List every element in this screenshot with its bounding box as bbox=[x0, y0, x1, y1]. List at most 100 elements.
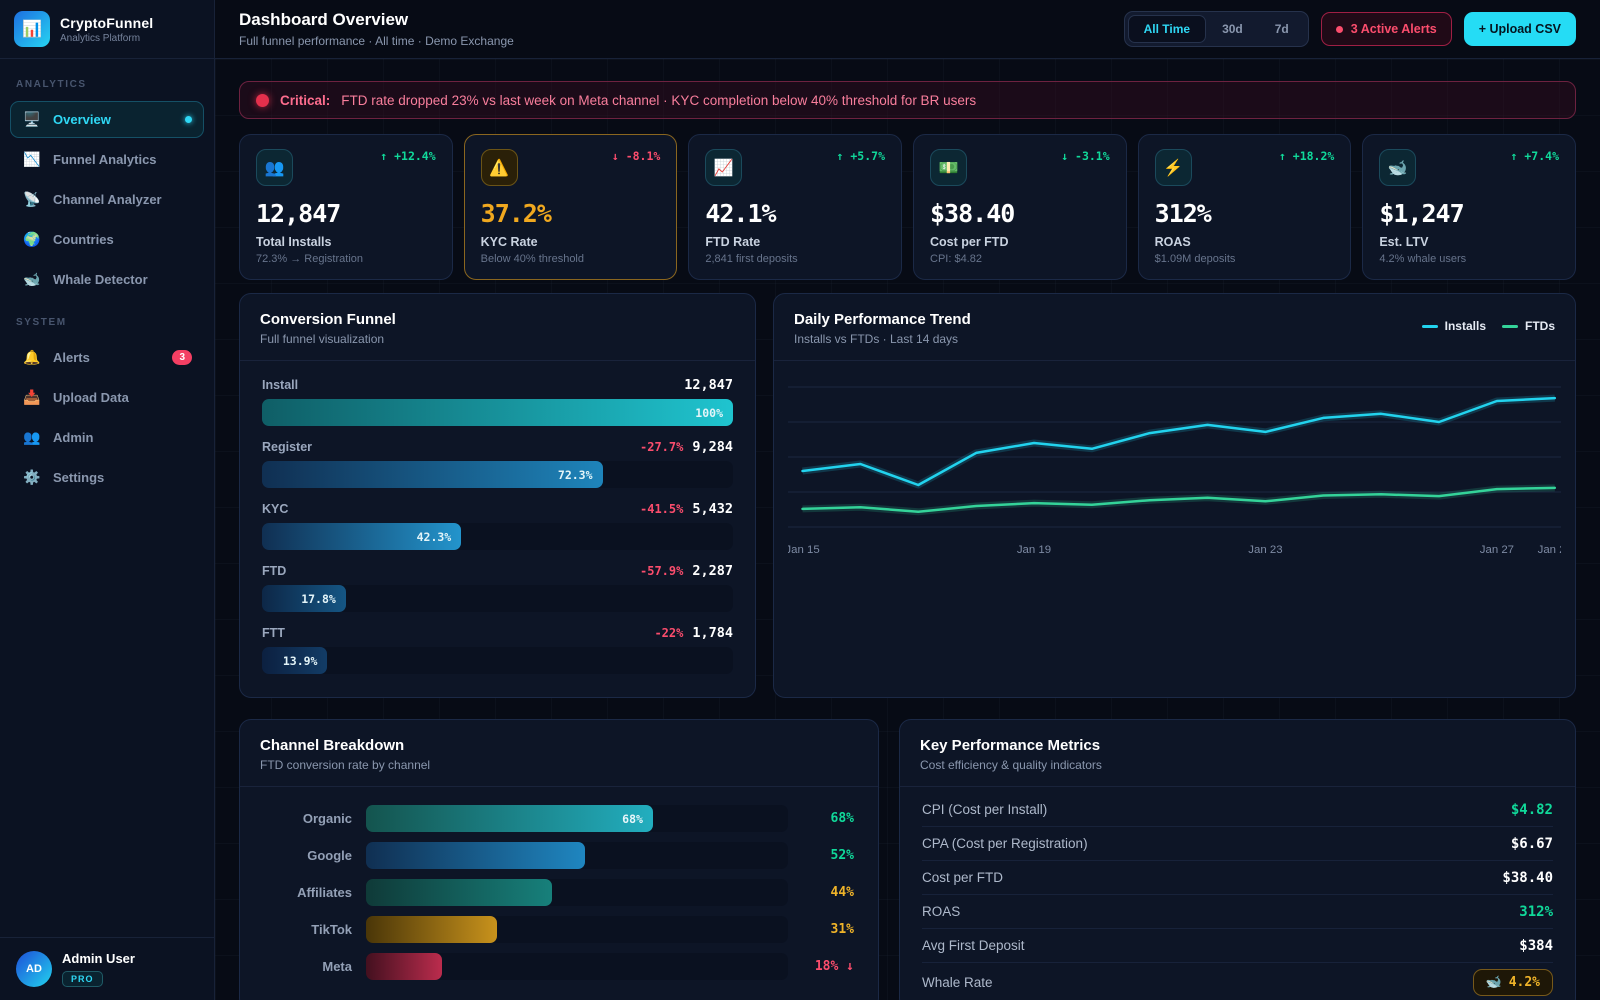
metrics-subtitle: Cost efficiency & quality indicators bbox=[920, 758, 1102, 772]
funnel-bar-track: 100% bbox=[262, 399, 733, 426]
metric-label: Cost per FTD bbox=[922, 870, 1003, 885]
channel-bar-track: 68% bbox=[366, 805, 788, 832]
legend-swatch-icon bbox=[1502, 325, 1518, 328]
user-name: Admin User bbox=[62, 951, 135, 966]
whale-icon: 🐋 bbox=[1486, 975, 1502, 990]
whale-rate-pill: 🐋4.2% bbox=[1473, 969, 1554, 996]
funnel-bar: 42.3% bbox=[262, 523, 461, 550]
kpi-sublabel: 2,841 first deposits bbox=[705, 253, 885, 265]
channel-label: Google bbox=[264, 848, 352, 863]
sidebar-item-label: Whale Detector bbox=[53, 272, 148, 287]
funnel-stage-header: Register-27.7%9,284 bbox=[262, 439, 733, 455]
funnel-stage-row: Install 12,847 100% bbox=[262, 377, 733, 426]
kpi-card-cost-per-ftd[interactable]: 💵↓ -3.1%$38.40Cost per FTDCPI: $4.82 bbox=[913, 134, 1127, 280]
funnel-stage-value: 2,287 bbox=[692, 563, 733, 579]
banner-message: FTD rate dropped 23% vs last week on Met… bbox=[341, 93, 976, 108]
funnel-stage-value: 12,847 bbox=[684, 377, 733, 393]
channel-label: Affiliates bbox=[264, 885, 352, 900]
funnel-stage-label: KYC bbox=[262, 502, 288, 516]
chart-increasing-icon: 📈 bbox=[705, 149, 742, 186]
legend-item-installs: Installs bbox=[1422, 319, 1486, 333]
alerts-count-badge: 3 bbox=[172, 350, 192, 365]
x-tick-label: Jan 19 bbox=[1017, 544, 1051, 556]
funnel-stage-header: FTT-22%1,784 bbox=[262, 625, 733, 641]
daily-trend-panel: Daily Performance Trend Installs vs FTDs… bbox=[773, 293, 1576, 698]
funnel-stage-label: Install bbox=[262, 378, 298, 392]
alert-dot-icon bbox=[1336, 26, 1343, 33]
sidebar-item-upload-data[interactable]: 📥Upload Data bbox=[10, 379, 204, 416]
funnel-subtitle: Full funnel visualization bbox=[260, 332, 396, 346]
funnel-bar: 72.3% bbox=[262, 461, 603, 488]
channel-label: TikTok bbox=[264, 922, 352, 937]
kpi-card-total-installs[interactable]: 👥↑ +12.4%12,847Total Installs72.3% → Reg… bbox=[239, 134, 453, 280]
critical-alert-banner[interactable]: Critical: FTD rate dropped 23% vs last w… bbox=[239, 81, 1576, 119]
kpi-change: ↓ -8.1% bbox=[612, 149, 660, 163]
funnel-bar: 13.9% bbox=[262, 647, 327, 674]
legend-item-ftds: FTDs bbox=[1502, 319, 1555, 333]
funnel-stage-value: 9,284 bbox=[692, 439, 733, 455]
active-dot-icon bbox=[185, 116, 192, 123]
sidebar-item-admin[interactable]: 👥Admin bbox=[10, 419, 204, 456]
whale-icon: 🐋 bbox=[1379, 149, 1416, 186]
kpi-value: $1,247 bbox=[1379, 199, 1559, 228]
funnel-stage-row: KYC-41.5%5,432 42.3% bbox=[262, 501, 733, 550]
kpi-card-top: 👥↑ +12.4% bbox=[256, 149, 436, 186]
key-metrics-panel: Key Performance Metrics Cost efficiency … bbox=[899, 719, 1576, 1000]
channel-bar bbox=[366, 916, 497, 943]
money-icon: 💵 bbox=[930, 149, 967, 186]
sidebar-item-channel-analyzer[interactable]: 📡Channel Analyzer bbox=[10, 181, 204, 218]
gear-icon: ⚙️ bbox=[22, 469, 42, 486]
kpi-cards: 👥↑ +12.4%12,847Total Installs72.3% → Reg… bbox=[239, 134, 1576, 280]
top-bar: Dashboard Overview Full funnel performan… bbox=[215, 0, 1600, 59]
kpi-card-top: ⚠️↓ -8.1% bbox=[481, 149, 661, 186]
metric-value: $38.40 bbox=[1502, 870, 1553, 886]
kpi-card-kyc-rate[interactable]: ⚠️↓ -8.1%37.2%KYC RateBelow 40% threshol… bbox=[464, 134, 678, 280]
funnel-bar: 17.8% bbox=[262, 585, 346, 612]
upload-csv-button[interactable]: + Upload CSV bbox=[1464, 12, 1576, 46]
kpi-change: ↓ -3.1% bbox=[1061, 149, 1109, 163]
app-logo: 📊 CryptoFunnel Analytics Platform bbox=[0, 0, 214, 59]
metric-value: $4.82 bbox=[1511, 802, 1553, 818]
kpi-card-roas[interactable]: ⚡↑ +18.2%312%ROAS$1.09M deposits bbox=[1138, 134, 1352, 280]
channels-title: Channel Breakdown bbox=[260, 737, 430, 754]
funnel-stage-label: FTT bbox=[262, 626, 285, 640]
funnel-bar-track: 42.3% bbox=[262, 523, 733, 550]
sidebar-item-funnel-analytics[interactable]: 📉Funnel Analytics bbox=[10, 141, 204, 178]
funnel-stage-header: KYC-41.5%5,432 bbox=[262, 501, 733, 517]
channel-value: 44% bbox=[802, 885, 854, 900]
sidebar-item-settings[interactable]: ⚙️Settings bbox=[10, 459, 204, 496]
legend-swatch-icon bbox=[1422, 325, 1438, 328]
sidebar-item-whale-detector[interactable]: 🐋Whale Detector bbox=[10, 261, 204, 298]
critical-icon bbox=[256, 94, 269, 107]
metric-row-roas: ROAS312% bbox=[922, 895, 1553, 929]
sidebar-item-overview[interactable]: 🖥️ Overview bbox=[10, 101, 204, 138]
metric-row-cpi-cost-per-install-: CPI (Cost per Install)$4.82 bbox=[922, 793, 1553, 827]
funnel-bar-track: 13.9% bbox=[262, 647, 733, 674]
sidebar-item-label: Overview bbox=[53, 112, 111, 127]
sidebar-item-alerts[interactable]: 🔔Alerts3 bbox=[10, 339, 204, 376]
kpi-label: Total Installs bbox=[256, 235, 436, 249]
kpi-card-est-ltv[interactable]: 🐋↑ +7.4%$1,247Est. LTV4.2% whale users bbox=[1362, 134, 1576, 280]
funnel-stage-header: Install 12,847 bbox=[262, 377, 733, 393]
monitor-icon: 🖥️ bbox=[22, 111, 42, 128]
time-filter-all-time[interactable]: All Time bbox=[1128, 15, 1206, 43]
metric-label: Avg First Deposit bbox=[922, 938, 1025, 953]
metric-row-cpa-cost-per-registration-: CPA (Cost per Registration)$6.67 bbox=[922, 827, 1553, 861]
trend-subtitle: Installs vs FTDs · Last 14 days bbox=[794, 332, 971, 346]
kpi-label: FTD Rate bbox=[705, 235, 885, 249]
chart-decreasing-icon: 📉 bbox=[22, 151, 42, 168]
sidebar-item-countries[interactable]: 🌍Countries bbox=[10, 221, 204, 258]
globe-icon: 🌍 bbox=[22, 231, 42, 248]
line-chart: Jan 15Jan 19Jan 23Jan 27Jan 28 bbox=[788, 375, 1561, 575]
active-alerts-button[interactable]: 3 Active Alerts bbox=[1321, 12, 1452, 46]
metrics-list: CPI (Cost per Install)$4.82CPA (Cost per… bbox=[900, 787, 1575, 1000]
kpi-card-ftd-rate[interactable]: 📈↑ +5.7%42.1%FTD Rate2,841 first deposit… bbox=[688, 134, 902, 280]
time-filter-7d[interactable]: 7d bbox=[1259, 15, 1305, 43]
time-filter-30d[interactable]: 30d bbox=[1206, 15, 1259, 43]
channel-row-meta: Meta18% ↓ bbox=[264, 953, 854, 980]
kpi-card-top: ⚡↑ +18.2% bbox=[1155, 149, 1335, 186]
channel-value: 31% bbox=[802, 922, 854, 937]
channel-value: 52% bbox=[802, 848, 854, 863]
user-profile[interactable]: AD Admin User PRO bbox=[0, 937, 214, 1000]
trend-title: Daily Performance Trend bbox=[794, 311, 971, 328]
